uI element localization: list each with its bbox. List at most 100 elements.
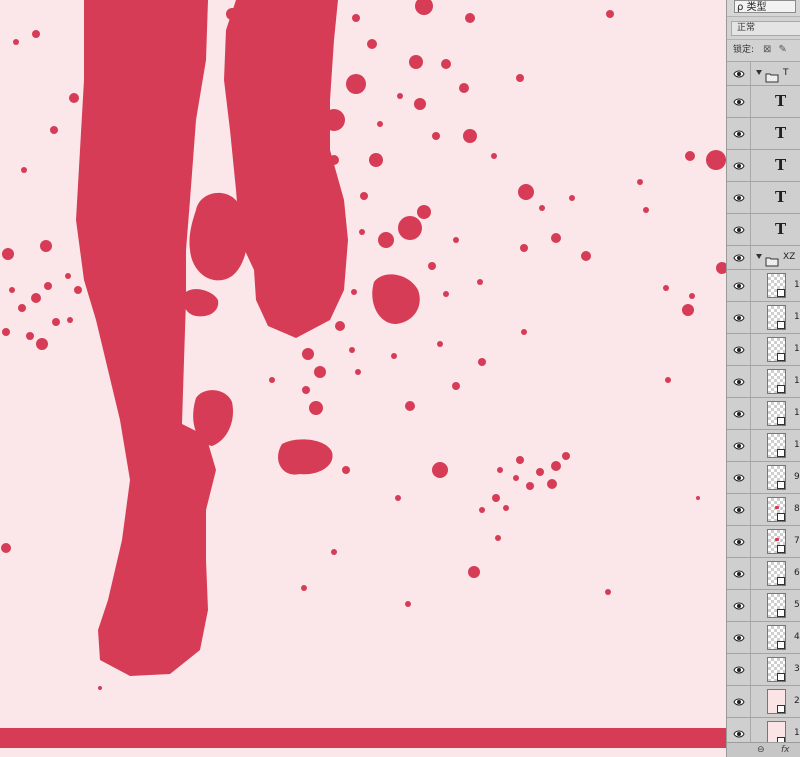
layer-thumbnail[interactable]	[767, 625, 786, 650]
eye-icon	[733, 130, 745, 137]
lock-icons[interactable]: ⊠ ✎	[763, 43, 789, 57]
expand-triangle-icon[interactable]	[756, 70, 762, 75]
lock-row: 锁定: ⊠ ✎	[727, 40, 800, 62]
layer-thumbnail[interactable]	[767, 369, 786, 394]
visibility-toggle[interactable]	[727, 214, 751, 245]
eye-icon	[733, 314, 745, 321]
layer-name[interactable]: 1	[794, 279, 800, 291]
eye-icon	[733, 698, 745, 705]
visibility-toggle[interactable]	[727, 494, 751, 525]
layer-name[interactable]: 2	[794, 695, 800, 707]
visibility-toggle[interactable]	[727, 654, 751, 685]
layer-row[interactable]: 1	[727, 270, 800, 302]
layer-name[interactable]: 1	[794, 727, 800, 739]
layer-thumbnail[interactable]	[767, 273, 786, 298]
layer-name[interactable]: 9	[794, 471, 800, 483]
layer-thumbnail[interactable]	[767, 593, 786, 618]
visibility-toggle[interactable]	[727, 558, 751, 589]
layer-group-row[interactable]: XZ	[727, 246, 800, 270]
layer-thumbnail[interactable]	[767, 305, 786, 330]
visibility-toggle[interactable]	[727, 270, 751, 301]
layer-row[interactable]: 3	[727, 654, 800, 686]
visibility-toggle[interactable]	[727, 86, 751, 117]
blend-mode-select[interactable]: 正常	[731, 21, 800, 36]
eye-icon	[733, 346, 745, 353]
layer-list: TTTTTTXZ1141111987654321	[727, 62, 800, 750]
paint-splash-artwork	[0, 0, 726, 757]
visibility-toggle[interactable]	[727, 366, 751, 397]
layer-name[interactable]: 7	[794, 535, 800, 547]
visibility-toggle[interactable]	[727, 302, 751, 333]
visibility-toggle[interactable]	[727, 182, 751, 213]
layer-thumbnail[interactable]	[767, 465, 786, 490]
visibility-toggle[interactable]	[727, 150, 751, 181]
layer-name[interactable]: 5	[794, 599, 800, 611]
layer-row[interactable]: 1	[727, 430, 800, 462]
layer-thumbnail[interactable]	[767, 657, 786, 682]
visibility-toggle[interactable]	[727, 590, 751, 621]
layer-row[interactable]: 4	[727, 622, 800, 654]
layer-thumbnail[interactable]	[767, 497, 786, 522]
layer-thumbnail[interactable]	[767, 529, 786, 554]
layer-row[interactable]: 1	[727, 366, 800, 398]
visibility-toggle[interactable]	[727, 430, 751, 461]
smart-object-badge-icon	[777, 545, 785, 553]
layer-row[interactable]: 9	[727, 462, 800, 494]
layer-thumbnail[interactable]	[767, 401, 786, 426]
visibility-toggle[interactable]	[727, 686, 751, 717]
eye-icon	[733, 634, 745, 641]
layer-thumbnail[interactable]	[767, 689, 786, 714]
eye-icon	[733, 378, 745, 385]
visibility-toggle[interactable]	[727, 622, 751, 653]
document-canvas[interactable]	[0, 0, 726, 757]
layer-row[interactable]: T	[727, 118, 800, 150]
layer-row[interactable]: 6	[727, 558, 800, 590]
blend-mode-row: 正常	[727, 17, 800, 40]
visibility-toggle[interactable]	[727, 118, 751, 149]
layer-thumbnail[interactable]	[767, 337, 786, 362]
layer-row[interactable]: T	[727, 86, 800, 118]
layer-row[interactable]: T	[727, 150, 800, 182]
text-layer-icon: T	[775, 156, 787, 174]
layer-group-name[interactable]: XZ	[783, 251, 795, 263]
layer-row[interactable]: T	[727, 214, 800, 246]
text-layer-icon: T	[775, 124, 787, 142]
layer-name[interactable]: 4	[794, 631, 800, 643]
visibility-toggle[interactable]	[727, 526, 751, 557]
layer-name[interactable]: 1	[794, 407, 800, 419]
layer-name[interactable]: 3	[794, 663, 800, 675]
folder-icon	[765, 252, 779, 271]
layer-row[interactable]: 2	[727, 686, 800, 718]
layer-name[interactable]: 1	[794, 439, 800, 451]
layer-thumbnail[interactable]	[767, 433, 786, 458]
smart-object-badge-icon	[777, 609, 785, 617]
eye-icon	[733, 474, 745, 481]
expand-triangle-icon[interactable]	[756, 254, 762, 259]
layer-name[interactable]: 14	[794, 311, 800, 323]
layer-row[interactable]: 5	[727, 590, 800, 622]
layer-name[interactable]: 6	[794, 567, 800, 579]
layer-filter-select[interactable]: ρ 类型	[734, 0, 796, 13]
layer-row[interactable]: 1	[727, 334, 800, 366]
layer-group-row[interactable]: T	[727, 62, 800, 86]
thumbnail-mark	[775, 538, 779, 541]
smart-object-badge-icon	[777, 641, 785, 649]
visibility-toggle[interactable]	[727, 334, 751, 365]
layer-thumbnail[interactable]	[767, 561, 786, 586]
layer-name[interactable]: 8	[794, 503, 800, 515]
layer-row[interactable]: 14	[727, 302, 800, 334]
text-layer-icon: T	[775, 92, 787, 110]
layer-row[interactable]: 7	[727, 526, 800, 558]
layer-name[interactable]: 1	[794, 343, 800, 355]
visibility-toggle[interactable]	[727, 398, 751, 429]
layer-group-name[interactable]: T	[783, 67, 789, 79]
visibility-toggle[interactable]	[727, 462, 751, 493]
layer-name[interactable]: 1	[794, 375, 800, 387]
layer-row[interactable]: T	[727, 182, 800, 214]
layer-row[interactable]: 1	[727, 398, 800, 430]
fx-icon[interactable]: fx	[781, 744, 790, 757]
layer-row[interactable]: 8	[727, 494, 800, 526]
visibility-toggle[interactable]	[727, 246, 751, 269]
visibility-toggle[interactable]	[727, 62, 751, 85]
link-layers-icon[interactable]: ⊖	[757, 744, 765, 757]
